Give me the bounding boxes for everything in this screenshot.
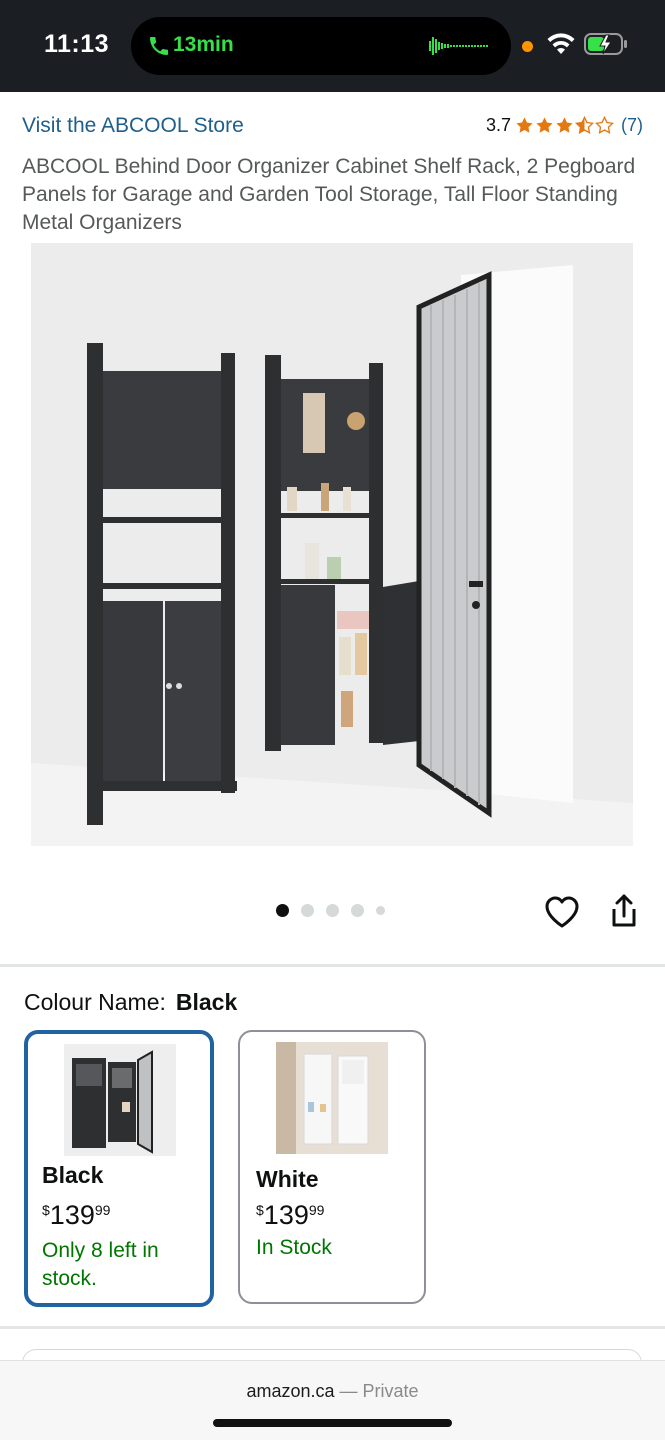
price-cents: 99	[308, 1202, 325, 1218]
status-bar: 11:13 13min	[0, 0, 665, 92]
swatch-thumbnail	[64, 1044, 176, 1156]
variation-label-text: Colour Name:	[24, 989, 166, 1015]
star-empty-icon	[595, 116, 614, 134]
swatch-name: Black	[42, 1162, 104, 1188]
star-half-icon	[575, 116, 594, 134]
url-domain: amazon.ca	[246, 1381, 335, 1401]
cabinet-photo	[31, 243, 633, 846]
phone-icon	[150, 37, 168, 55]
section-divider	[0, 1326, 665, 1329]
wifi-icon	[547, 33, 575, 54]
colour-swatch-black[interactable]: Black $13999 Only 8 left in stock.	[24, 1030, 214, 1307]
carousel-dot-active[interactable]	[276, 904, 289, 917]
glass-door	[416, 271, 492, 818]
star-full-icon	[516, 117, 533, 133]
rating-value: 3.7	[485, 115, 511, 135]
home-indicator[interactable]	[213, 1419, 452, 1427]
price-cents: 99	[94, 1202, 111, 1218]
price-whole: 139	[263, 1200, 309, 1230]
battery-charging-icon	[584, 33, 627, 55]
visit-store-link[interactable]: Visit the ABCOOL Store	[22, 114, 244, 138]
price-currency: $	[256, 1202, 264, 1218]
swatch-name: White	[256, 1166, 319, 1192]
price-whole: 139	[49, 1200, 95, 1230]
call-duration: 13min	[173, 33, 234, 56]
dynamic-island[interactable]: 13min	[131, 17, 511, 75]
stock-status: In Stock	[256, 1236, 332, 1259]
rating-count-link[interactable]: (7)	[621, 115, 643, 136]
share-icon[interactable]	[608, 893, 640, 929]
image-carousel-dots[interactable]	[276, 904, 385, 917]
heart-icon[interactable]	[544, 895, 580, 929]
colour-swatch-white[interactable]: White $13999 In Stock	[238, 1030, 426, 1304]
variation-selected-value: Black	[175, 989, 238, 1015]
star-full-icon	[536, 117, 553, 133]
product-rating[interactable]: 3.7 (7)	[486, 115, 643, 136]
clock: 11:13	[44, 30, 110, 58]
product-main-image[interactable]	[31, 243, 633, 846]
variation-label: Colour Name: Black	[24, 989, 237, 1016]
swatch-price: $13999	[256, 1200, 324, 1231]
stock-status: Only 8 left in stock.	[42, 1239, 159, 1290]
url-display[interactable]: amazon.ca — Private	[0, 1381, 665, 1402]
swatch-price: $13999	[42, 1200, 110, 1231]
left-cabinet	[87, 343, 237, 825]
carousel-dot[interactable]	[326, 904, 339, 917]
star-full-icon	[556, 117, 573, 133]
privacy-indicator-dot	[522, 41, 533, 52]
price-currency: $	[42, 1202, 50, 1218]
private-mode-label: Private	[362, 1381, 419, 1401]
product-title: ABCOOL Behind Door Organizer Cabinet She…	[22, 155, 636, 234]
section-divider	[0, 964, 665, 967]
swatch-thumbnail	[276, 1042, 388, 1154]
carousel-dot[interactable]	[351, 904, 364, 917]
url-separator: —	[334, 1381, 363, 1401]
rating-stars	[515, 116, 614, 135]
carousel-dot[interactable]	[376, 906, 385, 915]
browser-address-bar[interactable]: amazon.ca — Private	[0, 1360, 665, 1440]
carousel-dot[interactable]	[301, 904, 314, 917]
audio-waveform-icon	[429, 37, 488, 55]
